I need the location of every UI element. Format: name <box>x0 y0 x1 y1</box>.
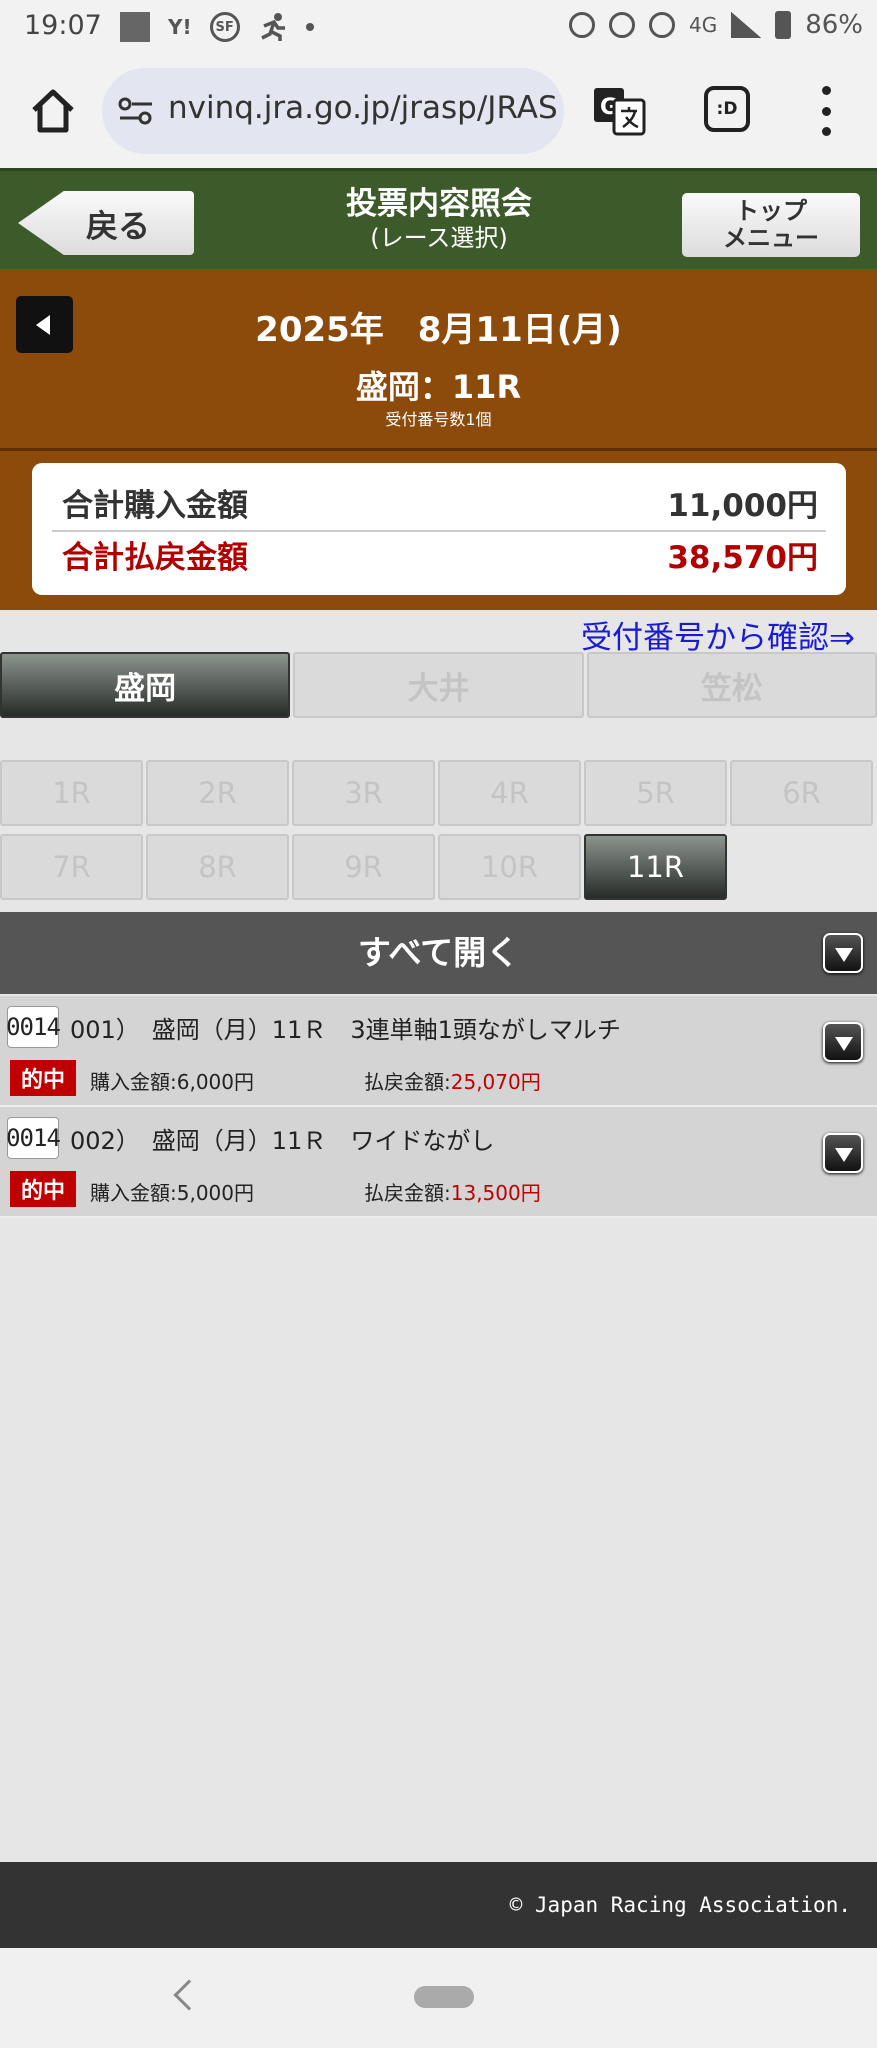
purchase-amount: 購入金額:5,000円 <box>90 1177 254 1206</box>
system-icons: 4G 86% <box>568 10 863 40</box>
page-subtitle: (レース選択) <box>370 224 508 252</box>
runner-icon <box>260 13 285 41</box>
race-button-5r: 5R <box>584 760 727 826</box>
race-button-8r: 8R <box>146 834 289 900</box>
race-info-panel: 2025年 8月11日(月) 盛岡：11R 受付番号数1個 <box>0 274 877 448</box>
payout-amount-label: 払戻金額: <box>364 1181 451 1205</box>
page-title-main: 投票内容照会 <box>346 186 532 222</box>
back-button-label: 戻る <box>86 207 151 245</box>
hit-badge: 的中 <box>10 1171 76 1207</box>
venue-tab-kasamatsu: 笠松 <box>586 652 877 718</box>
back-button[interactable]: 戻る <box>18 191 194 255</box>
network-type: 4G <box>688 13 718 37</box>
alarm-icon <box>568 12 595 38</box>
race-button-9r: 9R <box>292 834 435 900</box>
venue-tab-morioka[interactable]: 盛岡 <box>0 652 291 718</box>
payout-amount-value: 25,070円 <box>450 1070 541 1094</box>
browser-toolbar: nvinq.jra.go.jp/jrasp/JRAS G :D <box>0 56 877 168</box>
race-button-10r: 10R <box>438 834 581 900</box>
page-header: 戻る 投票内容照会 (レース選択) トップ メニュー <box>0 168 877 274</box>
receipt-count: 受付番号数1個 <box>385 410 492 429</box>
totals-box: 合計購入金額 11,000円 合計払戻金額 38,570円 <box>32 463 846 595</box>
purchase-total-amount: 11,000円 <box>667 487 818 524</box>
open-all-bar[interactable]: すべて開く <box>0 912 877 994</box>
purchase-amount-value: 5,000円 <box>176 1181 255 1205</box>
top-menu-line2: メニュー <box>723 224 819 252</box>
race-button-11r[interactable]: 11R <box>584 834 727 900</box>
venue-tabs: 盛岡 大井 笠松 <box>0 652 877 720</box>
do-not-disturb-icon <box>648 12 675 38</box>
status-bar: 19:07 Y! SF 4G 86% <box>0 0 877 56</box>
purchase-total-row: 合計購入金額 11,000円 <box>62 477 818 527</box>
tab-switcher-button[interactable]: :D <box>704 86 750 132</box>
race-button-4r: 4R <box>438 760 581 826</box>
payout-amount: 払戻金額:13,500円 <box>364 1177 541 1206</box>
yahoo-icon: Y! <box>168 15 192 39</box>
ticket-title: 002） 盛岡（月）11Ｒ ワイドながし <box>70 1127 495 1155</box>
top-menu-line1: トップ <box>735 197 807 225</box>
more-notifications-dot <box>305 23 314 31</box>
translate-icon[interactable]: G <box>592 84 646 138</box>
site-settings-icon[interactable] <box>118 96 154 126</box>
ticket-title: 001） 盛岡（月）11Ｒ 3連単軸1頭ながしマルチ <box>70 1016 621 1044</box>
ticket-list: 0014 001） 盛岡（月）11Ｒ 3連単軸1頭ながしマルチ 的中 購入金額:… <box>0 996 877 1218</box>
nav-back-icon[interactable] <box>173 1979 205 2011</box>
payout-amount-value: 13,500円 <box>450 1181 541 1205</box>
receipt-number: 0014 <box>6 1117 61 1159</box>
nav-home-pill[interactable] <box>414 1986 474 2008</box>
receipt-number: 0014 <box>6 1006 61 1048</box>
battery-icon <box>775 11 792 39</box>
signal-icon <box>731 12 762 38</box>
expand-entry-icon[interactable] <box>823 1133 863 1173</box>
payout-total-label: 合計払戻金額 <box>62 539 248 576</box>
totals-panel: 合計購入金額 11,000円 合計払戻金額 38,570円 <box>0 448 877 610</box>
open-all-label: すべて開く <box>357 933 520 972</box>
purchase-total-label: 合計購入金額 <box>62 487 248 524</box>
confirm-by-receipt-link[interactable]: 受付番号から確認⇒ <box>581 612 855 657</box>
more-menu-icon[interactable] <box>818 86 834 136</box>
purchase-amount: 購入金額:6,000円 <box>90 1066 254 1095</box>
address-bar[interactable]: nvinq.jra.go.jp/jrasp/JRAS <box>102 68 564 154</box>
purchase-amount-label: 購入金額: <box>90 1181 177 1205</box>
race-selector: 1R 2R 3R 4R 5R 6R 7R 8R 9R 10R 11R <box>0 760 877 900</box>
race-venue: 盛岡：11R <box>355 368 522 406</box>
copyright-footer: © Japan Racing Association. <box>0 1862 877 1948</box>
ticket-entry[interactable]: 0014 002） 盛岡（月）11Ｒ ワイドながし 的中 購入金額:5,000円… <box>0 1107 877 1218</box>
page-title: 投票内容照会 (レース選択) <box>240 185 638 253</box>
expand-entry-icon[interactable] <box>823 1022 863 1062</box>
race-button-2r: 2R <box>146 760 289 826</box>
home-icon[interactable] <box>28 86 78 136</box>
payout-amount: 払戻金額:25,070円 <box>364 1066 541 1095</box>
race-button-6r: 6R <box>730 760 873 826</box>
status-time: 19:07 <box>24 10 102 41</box>
race-button-3r: 3R <box>292 760 435 826</box>
expand-all-icon[interactable] <box>823 933 863 973</box>
hit-badge: 的中 <box>10 1060 76 1096</box>
ticket-entry[interactable]: 0014 001） 盛岡（月）11Ｒ 3連単軸1頭ながしマルチ 的中 購入金額:… <box>0 996 877 1107</box>
race-date: 2025年 8月11日(月) <box>255 310 622 350</box>
payout-amount-label: 払戻金額: <box>364 1070 451 1094</box>
top-menu-button[interactable]: トップ メニュー <box>682 193 860 257</box>
sf-icon: SF <box>209 12 240 42</box>
race-button-7r: 7R <box>0 834 143 900</box>
url-text: nvinq.jra.go.jp/jrasp/JRAS <box>168 90 558 126</box>
battery-level: 86% <box>805 10 863 40</box>
purchase-amount-label: 購入金額: <box>90 1070 177 1094</box>
payout-total-amount: 38,570円 <box>667 539 818 576</box>
image-notification-icon <box>120 12 150 42</box>
payout-total-row: 合計払戻金額 38,570円 <box>62 529 818 579</box>
data-saver-icon <box>608 12 635 38</box>
notification-icons: Y! SF <box>120 12 314 42</box>
system-nav-bar <box>0 1948 877 2048</box>
venue-tab-ooi: 大井 <box>293 652 584 718</box>
purchase-amount-value: 6,000円 <box>176 1070 255 1094</box>
race-button-1r: 1R <box>0 760 143 826</box>
